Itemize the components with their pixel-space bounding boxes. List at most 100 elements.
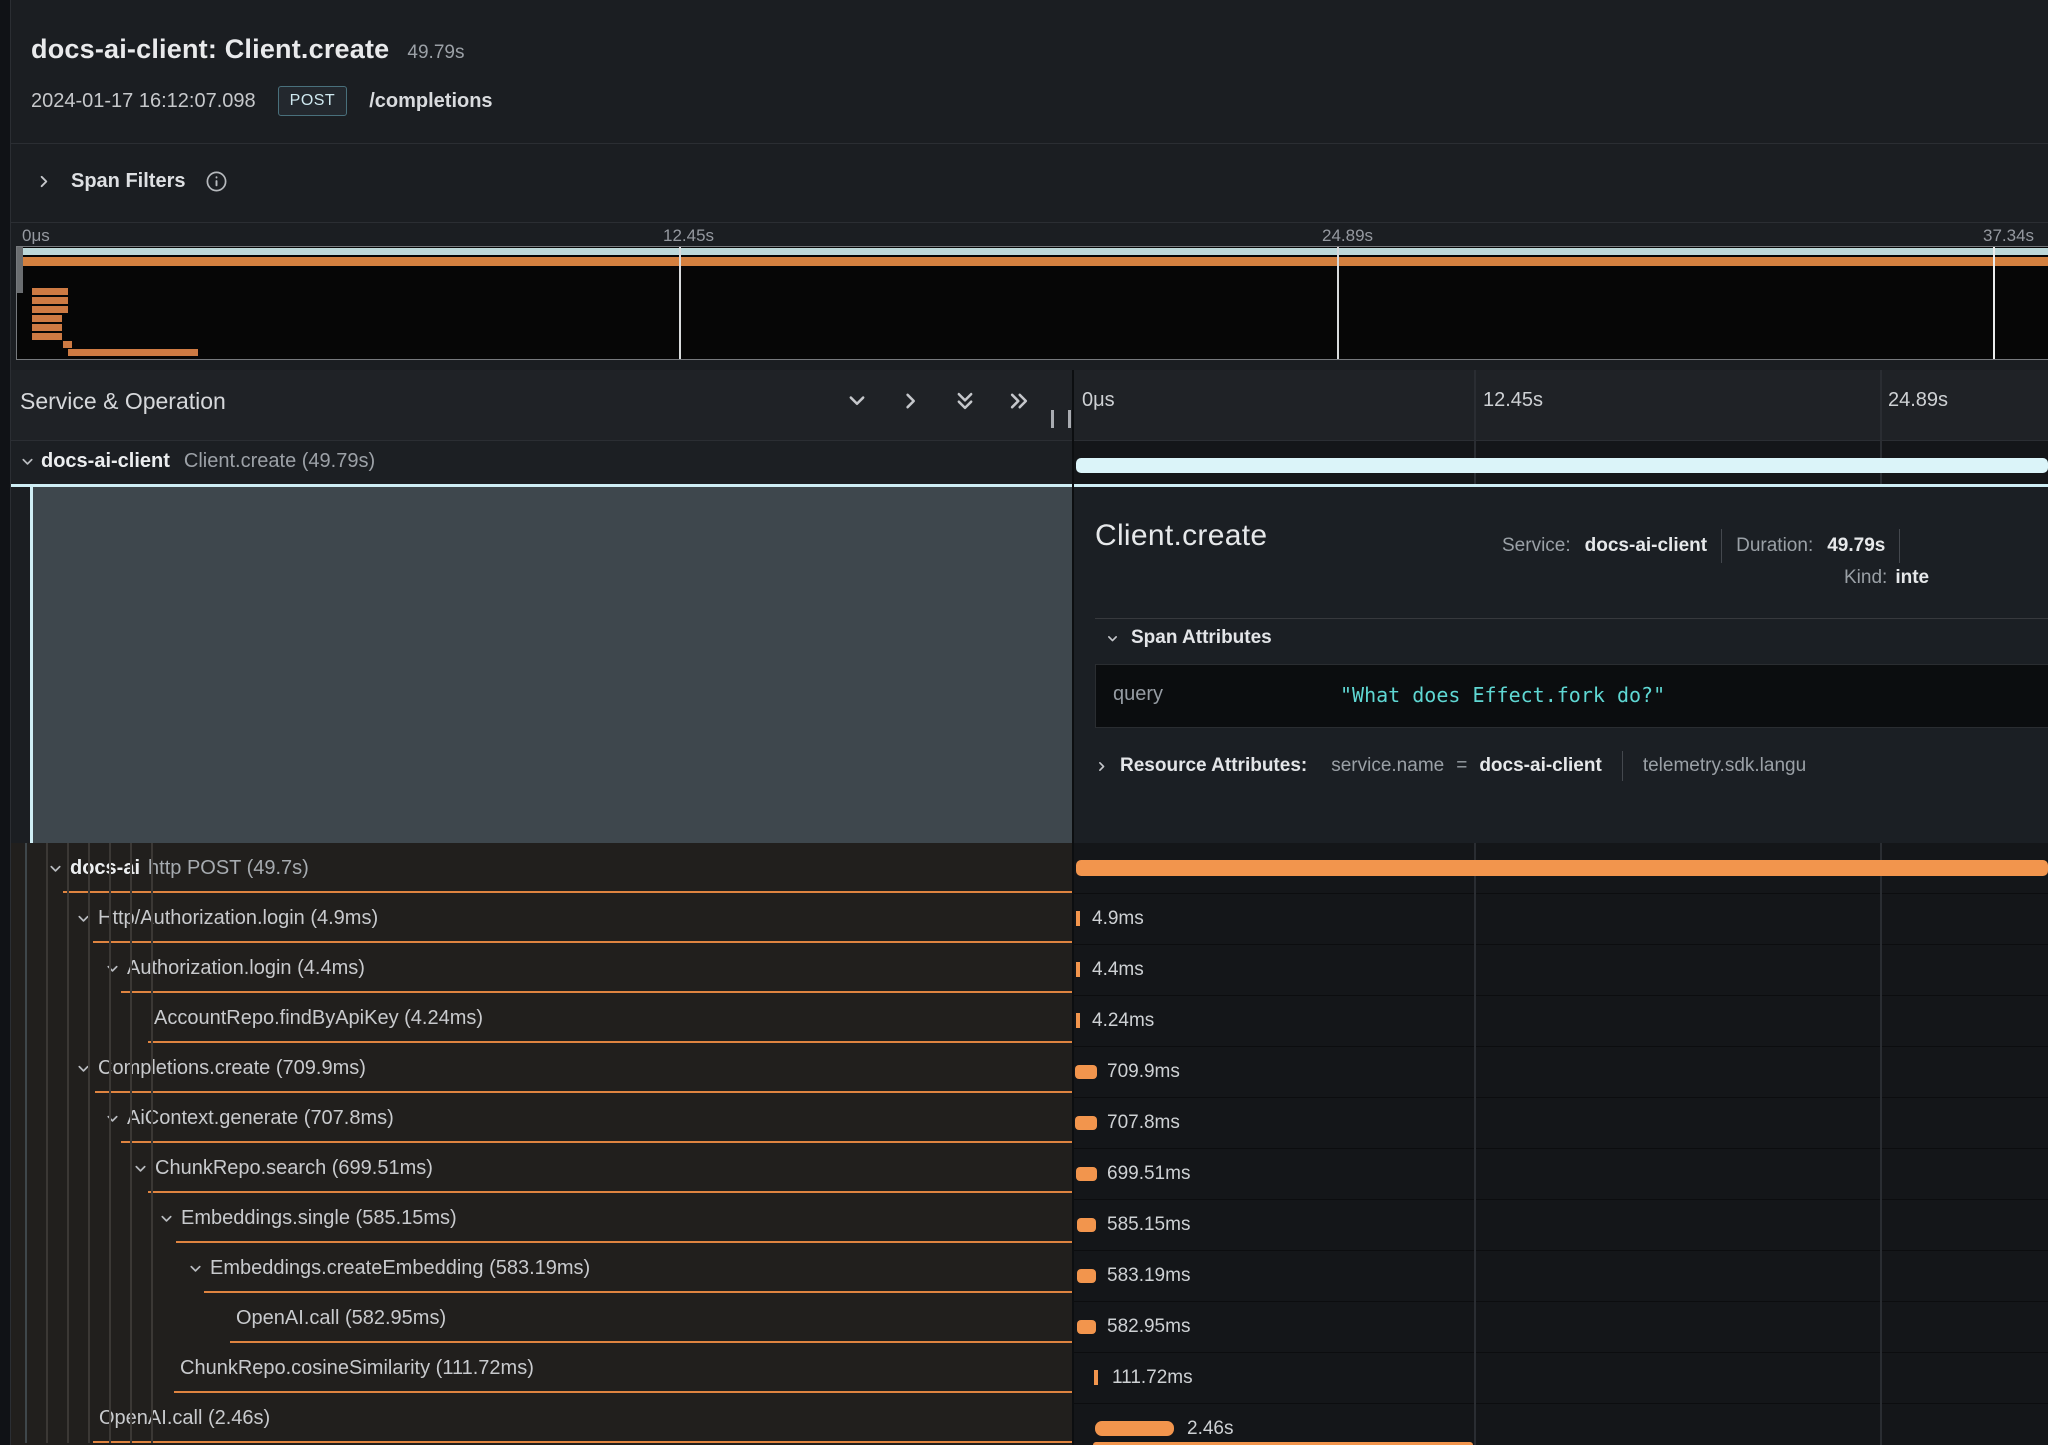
span-row[interactable]: Embeddings.single (585.15ms) bbox=[11, 1193, 1072, 1243]
span-timeline-lanes: 4.9ms 4.4ms 4.24ms 709.9ms 707.8ms 699.5… bbox=[1074, 843, 2048, 1445]
detail-panel-left bbox=[30, 487, 1075, 843]
span-row[interactable]: OpenAI.call (2.46s) bbox=[11, 1393, 1072, 1443]
span-lane[interactable]: 707.8ms bbox=[1074, 1098, 2048, 1149]
duration-label: Duration: bbox=[1736, 535, 1813, 557]
trace-header: docs-ai-client: Client.create 49.79s 202… bbox=[11, 0, 2048, 144]
collapse-all-icon[interactable] bbox=[954, 390, 976, 412]
span-lane[interactable]: 582.95ms bbox=[1074, 1302, 2048, 1353]
span-bar[interactable] bbox=[1077, 1320, 1096, 1334]
span-operation-name: Client.create (49.79s) bbox=[184, 450, 375, 473]
span-row[interactable]: Authorization.login (4.4ms) bbox=[11, 943, 1072, 993]
span-lane[interactable]: 583.19ms bbox=[1074, 1251, 2048, 1302]
chevron-down-icon[interactable] bbox=[133, 1161, 149, 1176]
chevron-right-icon[interactable] bbox=[1095, 760, 1108, 773]
timeline-minimap-section: 0μs 12.45s 24.89s 37.34s bbox=[11, 223, 2048, 370]
span-bar[interactable] bbox=[1076, 860, 2048, 876]
panel-resize-handle[interactable] bbox=[1051, 410, 1071, 428]
span-row[interactable]: Embeddings.createEmbedding (583.19ms) bbox=[11, 1243, 1072, 1293]
endpoint-path: /completions bbox=[369, 90, 492, 113]
span-row[interactable]: Completions.create (709.9ms) bbox=[11, 1043, 1072, 1093]
span-row-root[interactable]: docs-ai-client Client.create (49.79s) bbox=[11, 441, 1072, 484]
detail-panel-top-border bbox=[11, 484, 2048, 487]
span-filters-section: Span Filters bbox=[11, 144, 2048, 223]
expand-all-icon[interactable] bbox=[1008, 390, 1030, 412]
span-row[interactable]: OpenAI.call (582.95ms) bbox=[11, 1293, 1072, 1343]
span-lane[interactable]: 2.46s bbox=[1074, 1404, 2048, 1445]
chevron-down-icon[interactable] bbox=[48, 861, 64, 876]
kind-label: Kind: bbox=[1844, 567, 1887, 589]
left-gutter bbox=[0, 0, 11, 1445]
span-bar[interactable] bbox=[1075, 1116, 1097, 1130]
span-bar[interactable] bbox=[1094, 1370, 1098, 1385]
minimap-tick-1: 12.45s bbox=[663, 226, 714, 246]
service-label: Service: bbox=[1502, 535, 1571, 557]
trace-duration: 49.79s bbox=[407, 42, 464, 64]
panel-split-border[interactable] bbox=[1072, 370, 1074, 1445]
columns-header: Service & Operation 0μs 12.45s 24.89s bbox=[11, 370, 2048, 441]
span-attributes-title[interactable]: Span Attributes bbox=[1131, 627, 1272, 649]
span-bar[interactable] bbox=[1076, 962, 1080, 977]
resource-attr-value: docs-ai-client bbox=[1479, 755, 1601, 777]
span-lane[interactable]: 585.15ms bbox=[1074, 1200, 2048, 1251]
span-detail-panel: Client.create Service: docs-ai-client Du… bbox=[1074, 487, 2048, 843]
span-lane[interactable]: 709.9ms bbox=[1074, 1047, 2048, 1098]
span-row[interactable]: ChunkRepo.search (699.51ms) bbox=[11, 1143, 1072, 1193]
span-bar[interactable] bbox=[1075, 1065, 1097, 1079]
minimap-tick-3: 37.34s bbox=[1983, 226, 2034, 246]
span-lane[interactable]: 699.51ms bbox=[1074, 1149, 2048, 1200]
detail-span-title: Client.create bbox=[1095, 519, 1267, 553]
minimap-root-span-bar bbox=[18, 248, 2048, 255]
expand-one-icon[interactable] bbox=[900, 390, 922, 412]
span-bar[interactable] bbox=[1076, 1013, 1080, 1028]
span-lane[interactable]: 4.9ms bbox=[1074, 894, 2048, 945]
chevron-down-icon[interactable] bbox=[188, 1261, 204, 1276]
span-row[interactable]: AccountRepo.findByApiKey (4.24ms) bbox=[11, 993, 1072, 1043]
span-bar[interactable] bbox=[1076, 1167, 1097, 1181]
span-lane[interactable] bbox=[1074, 843, 2048, 894]
timeline-minimap[interactable] bbox=[16, 246, 2048, 360]
chevron-down-icon[interactable] bbox=[105, 1111, 121, 1126]
service-operation-column-title: Service & Operation bbox=[20, 388, 226, 415]
timeline-tick-2: 24.89s bbox=[1888, 389, 1948, 412]
resource-attr-extra: telemetry.sdk.langu bbox=[1643, 755, 1806, 777]
span-service-name: docs-ai-client bbox=[41, 450, 170, 473]
duration-value: 49.79s bbox=[1827, 535, 1885, 557]
attribute-value: "What does Effect.fork do?" bbox=[1340, 683, 1665, 707]
chevron-down-icon[interactable] bbox=[20, 454, 35, 469]
timeline-tick-0: 0μs bbox=[1082, 389, 1115, 412]
span-bar[interactable] bbox=[1077, 1218, 1096, 1232]
timeline-tick-1: 12.45s bbox=[1483, 389, 1543, 412]
chevron-right-icon[interactable] bbox=[36, 174, 51, 189]
span-filters-label[interactable]: Span Filters bbox=[71, 170, 185, 193]
service-value: docs-ai-client bbox=[1585, 535, 1707, 557]
span-row-docs-ai[interactable]: docs-ai http POST (49.7s) bbox=[11, 843, 1072, 893]
span-bar[interactable] bbox=[1095, 1421, 1174, 1436]
minimap-cursor-line bbox=[679, 247, 681, 359]
chevron-down-icon[interactable] bbox=[105, 961, 121, 976]
trace-viewer: docs-ai-client: Client.create 49.79s 202… bbox=[0, 0, 2048, 1445]
span-lane[interactable]: 4.4ms bbox=[1074, 945, 2048, 996]
minimap-tick-0: 0μs bbox=[22, 226, 50, 246]
info-icon[interactable] bbox=[205, 170, 228, 193]
attribute-key: query bbox=[1113, 683, 1163, 706]
resource-attributes-title[interactable]: Resource Attributes: bbox=[1120, 755, 1307, 777]
span-attributes-table: query "What does Effect.fork do?" bbox=[1095, 664, 2048, 728]
collapse-one-icon[interactable] bbox=[846, 390, 868, 412]
minimap-http-span-bar bbox=[18, 257, 2048, 266]
span-tree: docs-ai http POST (49.7s) Http/Authoriza… bbox=[11, 843, 1072, 1445]
chevron-down-icon[interactable] bbox=[1106, 632, 1119, 645]
root-span-bar[interactable] bbox=[1076, 458, 2048, 473]
page-title: docs-ai-client: Client.create bbox=[31, 34, 389, 65]
span-row[interactable]: Http/Authorization.login (4.9ms) bbox=[11, 893, 1072, 943]
minimap-drag-handle[interactable] bbox=[17, 247, 23, 293]
span-bar[interactable] bbox=[1077, 1269, 1096, 1283]
span-bar[interactable] bbox=[1076, 911, 1080, 926]
span-lane[interactable]: 111.72ms bbox=[1074, 1353, 2048, 1404]
kind-value: inte bbox=[1895, 567, 1929, 589]
span-lane[interactable]: 4.24ms bbox=[1074, 996, 2048, 1047]
span-lane-root[interactable] bbox=[1074, 441, 2048, 484]
chevron-down-icon[interactable] bbox=[159, 1211, 175, 1226]
span-row[interactable]: AiContext.generate (707.8ms) bbox=[11, 1093, 1072, 1143]
trace-timestamp: 2024-01-17 16:12:07.098 bbox=[31, 90, 256, 113]
span-row[interactable]: ChunkRepo.cosineSimilarity (111.72ms) bbox=[11, 1343, 1072, 1393]
